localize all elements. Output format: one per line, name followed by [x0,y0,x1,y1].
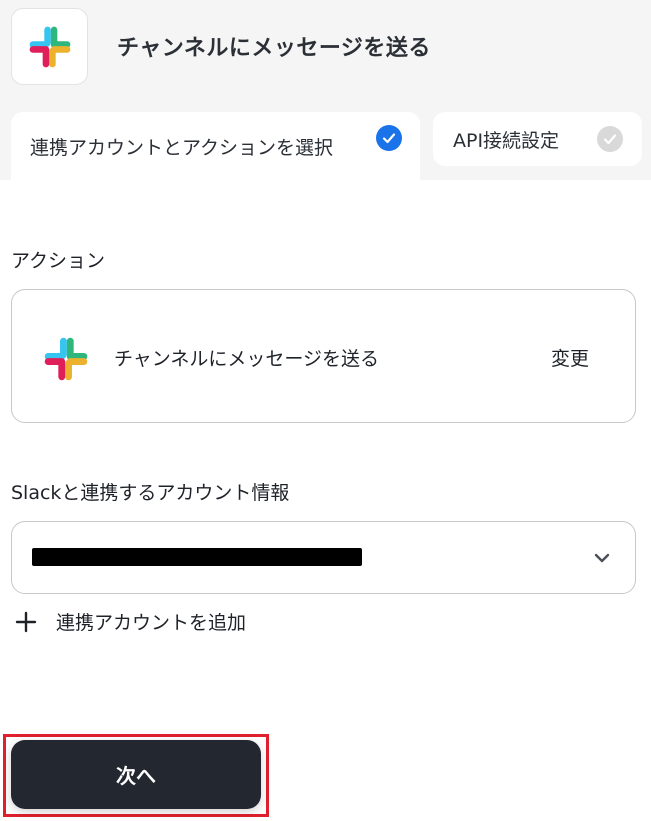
check-icon [376,125,402,151]
action-name: チャンネルにメッセージを送る [114,348,380,370]
plus-icon [15,611,37,632]
change-action-button[interactable]: 変更 [551,344,589,371]
action-section-label: アクション [11,250,106,272]
check-icon [597,126,623,152]
page-title: チャンネルにメッセージを送る [117,36,431,61]
tab-label: 連携アカウントとアクションを選択 [30,136,334,159]
slack-logo-icon [44,337,88,381]
add-account-label: 連携アカウントを追加 [56,612,247,634]
tab-account-action[interactable]: 連携アカウントとアクションを選択 [11,112,420,180]
action-card: チャンネルにメッセージを送る 変更 [11,289,636,423]
slack-logo-icon [29,26,70,67]
redacted-account-value [32,548,362,566]
account-section-label: Slackと連携するアカウント情報 [11,482,290,504]
next-button[interactable]: 次へ [11,740,261,809]
chevron-down-icon [594,553,610,563]
tab-api-settings[interactable]: API接続設定 [433,112,642,166]
tab-label: API接続設定 [453,129,560,152]
header-bar: チャンネルにメッセージを送る 連携アカウントとアクションを選択 API接続設定 [0,0,651,180]
account-select[interactable] [11,521,636,594]
add-account-button[interactable]: 連携アカウントを追加 [14,608,246,635]
app-logo [11,8,88,85]
